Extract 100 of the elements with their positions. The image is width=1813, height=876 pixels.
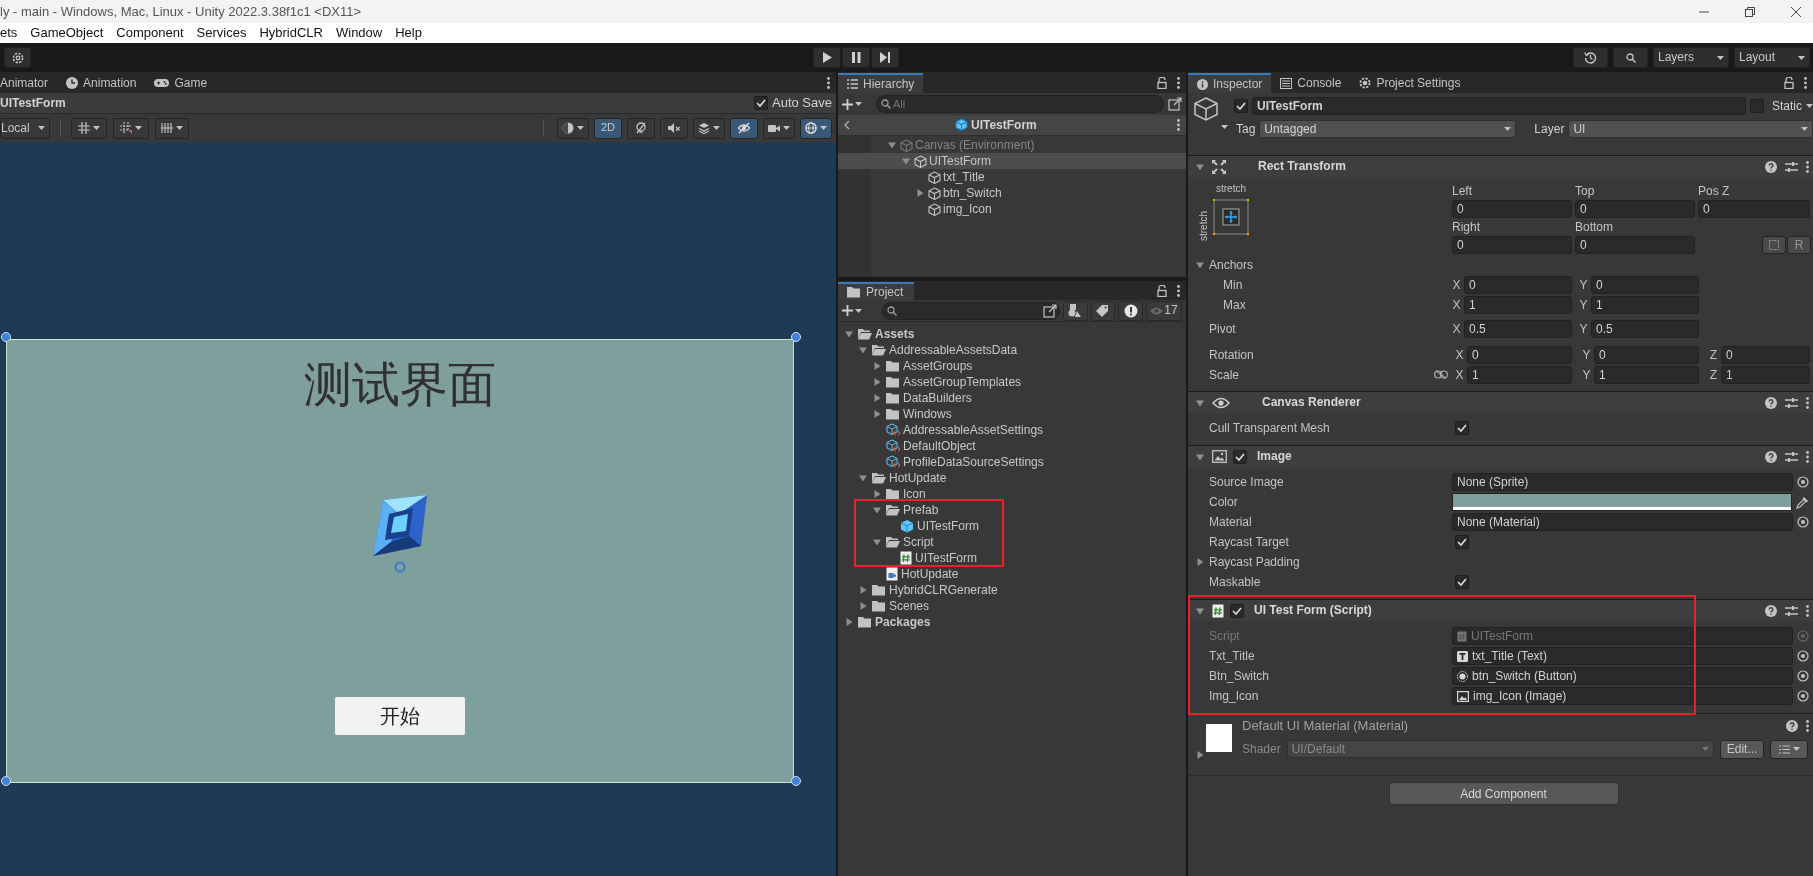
object-field[interactable]: None (Material) bbox=[1452, 513, 1793, 531]
hierarchy-item[interactable]: btn_Switch bbox=[838, 185, 1186, 201]
panel-tab[interactable]: Animator bbox=[0, 73, 58, 93]
project-item[interactable]: UITestForm bbox=[838, 518, 1186, 534]
more-icon[interactable] bbox=[1806, 160, 1809, 173]
project-item[interactable]: Prefab bbox=[838, 502, 1186, 518]
component-checkbox[interactable] bbox=[1230, 603, 1244, 618]
object-picker-icon[interactable] bbox=[1797, 670, 1809, 682]
increment-button[interactable] bbox=[155, 117, 189, 139]
scene-tool-button[interactable] bbox=[693, 117, 725, 139]
number-field[interactable]: 0 bbox=[1594, 346, 1699, 364]
presets-icon[interactable] bbox=[1785, 604, 1798, 617]
number-field[interactable]: 0 bbox=[1575, 200, 1695, 218]
more-icon[interactable] bbox=[1177, 284, 1180, 297]
object-field[interactable]: img_Icon (Image) bbox=[1452, 687, 1793, 705]
scene-tool-button[interactable] bbox=[627, 117, 655, 139]
object-field[interactable]: btn_Switch (Button) bbox=[1452, 667, 1793, 685]
presets-icon[interactable] bbox=[1785, 450, 1798, 463]
presets-icon[interactable] bbox=[1785, 396, 1798, 409]
anchor-preset-icon[interactable] bbox=[1212, 198, 1250, 236]
object-field[interactable]: None (Sprite) bbox=[1452, 473, 1793, 491]
scene-tool-button[interactable] bbox=[660, 117, 688, 139]
layer-dropdown[interactable]: UI bbox=[1568, 120, 1813, 138]
grid-button[interactable] bbox=[71, 117, 107, 139]
panel-tab[interactable]: Console bbox=[1271, 73, 1351, 93]
project-item[interactable]: Scenes bbox=[838, 598, 1186, 614]
number-field[interactable]: 1 bbox=[1594, 366, 1699, 384]
auto-save-checkbox[interactable] bbox=[754, 96, 768, 110]
help-icon[interactable] bbox=[1765, 604, 1777, 617]
list-dropdown[interactable] bbox=[1770, 739, 1809, 759]
menu-item[interactable]: ets bbox=[0, 25, 24, 41]
project-item[interactable]: ProfileDataSourceSettings bbox=[838, 454, 1186, 470]
close-icon[interactable] bbox=[1791, 6, 1801, 17]
search-field[interactable] bbox=[882, 301, 1060, 320]
2d-toggle[interactable]: 2D bbox=[594, 117, 622, 139]
name-field[interactable]: UITestForm bbox=[1252, 97, 1746, 115]
tag-dropdown[interactable]: Untagged bbox=[1259, 120, 1517, 138]
more-icon[interactable] bbox=[827, 76, 830, 89]
play-button[interactable] bbox=[813, 47, 841, 68]
menu-item[interactable]: Services bbox=[189, 25, 253, 41]
more-icon[interactable] bbox=[1806, 396, 1809, 409]
project-item[interactable]: HotUpdate bbox=[838, 566, 1186, 582]
maximize-icon[interactable] bbox=[1745, 6, 1755, 17]
help-icon[interactable] bbox=[1765, 396, 1777, 409]
number-field[interactable]: 0 bbox=[1464, 276, 1572, 294]
scene-tool-button[interactable] bbox=[730, 117, 758, 139]
project-item[interactable]: UITestForm bbox=[838, 550, 1186, 566]
scene-search-icon[interactable] bbox=[1043, 303, 1057, 318]
menu-item[interactable]: GameObject bbox=[23, 25, 110, 41]
number-field[interactable]: 0 bbox=[1575, 236, 1695, 254]
project-item[interactable]: DefaultObject bbox=[838, 438, 1186, 454]
foldout-label[interactable]: Anchors bbox=[1209, 257, 1254, 273]
number-field[interactable]: 0 bbox=[1721, 346, 1810, 364]
menu-item[interactable]: Component bbox=[109, 25, 190, 41]
number-field[interactable]: 1 bbox=[1591, 296, 1699, 314]
eyedropper-icon[interactable] bbox=[1796, 495, 1809, 509]
settings-button[interactable] bbox=[4, 47, 31, 68]
project-item[interactable]: AssetGroupTemplates bbox=[838, 374, 1186, 390]
number-field[interactable]: 0.5 bbox=[1464, 320, 1572, 338]
errors-button[interactable] bbox=[1118, 300, 1143, 321]
number-field[interactable]: 1 bbox=[1467, 366, 1572, 384]
checkbox[interactable] bbox=[1455, 575, 1469, 589]
more-icon[interactable] bbox=[1806, 604, 1809, 617]
object-picker-icon[interactable] bbox=[1797, 516, 1809, 528]
lock-icon[interactable] bbox=[1784, 76, 1794, 89]
project-item[interactable]: Packages bbox=[838, 614, 1186, 630]
blueprint-button[interactable] bbox=[1762, 236, 1786, 254]
number-field[interactable]: 0 bbox=[1467, 346, 1572, 364]
help-icon[interactable] bbox=[1765, 450, 1777, 463]
hierarchy-item[interactable]: txt_Title bbox=[838, 169, 1186, 185]
active-checkbox[interactable] bbox=[1234, 99, 1248, 113]
panel-tab[interactable]: Project bbox=[838, 282, 914, 300]
more-icon[interactable] bbox=[1806, 719, 1809, 732]
project-item[interactable]: HotUpdate bbox=[838, 470, 1186, 486]
snap-button[interactable] bbox=[113, 117, 149, 139]
project-item[interactable]: Assets bbox=[838, 326, 1186, 342]
label-filter-button[interactable] bbox=[1090, 300, 1116, 321]
project-item[interactable]: Windows bbox=[838, 406, 1186, 422]
help-icon[interactable] bbox=[1765, 160, 1777, 173]
scene-search-icon[interactable] bbox=[1168, 97, 1182, 111]
layout-dropdown[interactable]: Layout bbox=[1734, 47, 1810, 68]
number-field[interactable]: 1 bbox=[1464, 296, 1572, 314]
edit-button[interactable]: Edit... bbox=[1719, 739, 1765, 759]
object-picker-icon[interactable] bbox=[1797, 690, 1809, 702]
project-item[interactable]: DataBuilders bbox=[838, 390, 1186, 406]
number-field[interactable]: 0.5 bbox=[1591, 320, 1699, 338]
project-item[interactable]: Icon bbox=[838, 486, 1186, 502]
panel-tab[interactable]: Animation bbox=[57, 73, 146, 93]
history-button[interactable] bbox=[1573, 47, 1608, 68]
scene-tool-button[interactable] bbox=[557, 117, 589, 139]
scene-tool-button[interactable] bbox=[800, 117, 832, 139]
more-icon[interactable] bbox=[1177, 119, 1180, 131]
scene-tool-button[interactable] bbox=[763, 117, 795, 139]
lock-icon[interactable] bbox=[1157, 284, 1167, 297]
color-field[interactable] bbox=[1452, 493, 1792, 511]
component-checkbox[interactable] bbox=[1233, 449, 1247, 464]
project-item[interactable]: Script bbox=[838, 534, 1186, 550]
number-field[interactable]: 0 bbox=[1452, 236, 1572, 254]
panel-tab[interactable]: Inspector bbox=[1188, 73, 1272, 93]
panel-tab[interactable]: Game bbox=[145, 73, 217, 93]
